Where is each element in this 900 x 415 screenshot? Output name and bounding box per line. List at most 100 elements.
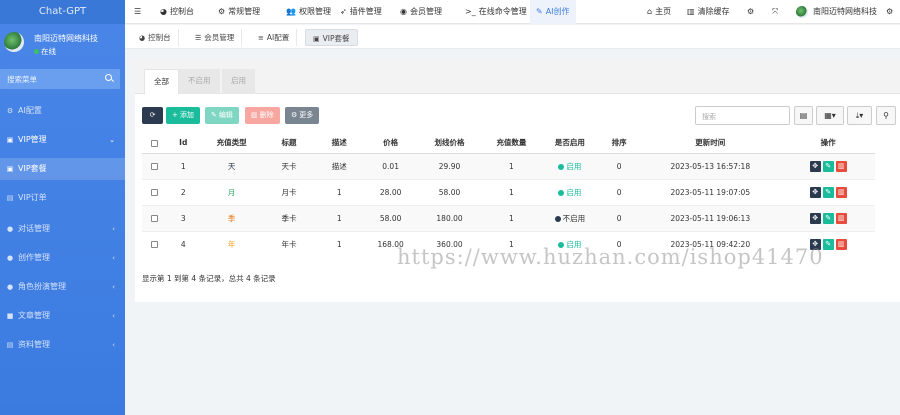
sidebar-item-creation-manage[interactable]: ● 创作管理 ‹ xyxy=(0,247,125,269)
topnav-label: 常规管理 xyxy=(228,7,261,16)
edit-icon[interactable]: ✎ xyxy=(822,160,834,172)
columns-button[interactable]: ▦▾ xyxy=(816,106,844,125)
sidebar-item-chat-manage[interactable]: ● 对话管理 ‹ xyxy=(0,218,125,240)
row-checkbox[interactable] xyxy=(142,230,168,257)
edit-button[interactable]: ✎ 编辑 xyxy=(205,107,239,124)
edit-icon[interactable]: ✎ xyxy=(822,238,834,250)
vip-package-table: Id 充值类型 标题 描述 价格 划线价格 充值数量 是否启用 排序 更新时间 … xyxy=(142,133,875,257)
col-price[interactable]: 价格 xyxy=(364,133,417,154)
col-desc[interactable]: 描述 xyxy=(314,133,365,154)
search-icon: ⚲ xyxy=(883,111,889,120)
topnav-ai-creation[interactable]: ✎ AI创作 xyxy=(530,0,576,24)
table-row[interactable]: 2 月月卡 1 28.00 58.00 1 启用 0 2023-05-11 19:07:05 ✥ ✎… xyxy=(142,178,875,205)
col-type[interactable]: 充值类型 xyxy=(199,133,264,154)
chat-icon: ● xyxy=(6,283,14,291)
fullscreen-icon[interactable]: ⤧ xyxy=(772,0,778,24)
col-updated[interactable]: 更新时间 xyxy=(639,133,782,154)
topnav-label: 权限管理 xyxy=(298,7,331,16)
tab-ai-config[interactable]: ≡ AI配置 xyxy=(251,29,298,46)
sidebar-item-vip-package[interactable]: ▣ VIP套餐 xyxy=(0,158,125,180)
col-status[interactable]: 是否启用 xyxy=(540,133,600,154)
settings-icon[interactable]: ⚙ xyxy=(886,0,893,24)
terminal-icon: >_ xyxy=(465,7,476,16)
refresh-button[interactable]: ⟳ xyxy=(142,107,163,124)
edit-icon[interactable]: ✎ xyxy=(822,186,834,198)
topnav-member[interactable]: ◉ 会员管理 xyxy=(400,0,442,24)
col-sort[interactable]: 排序 xyxy=(599,133,640,154)
drag-icon[interactable]: ✥ xyxy=(809,160,821,172)
topnav-command[interactable]: >_ 在线命令管理 xyxy=(465,0,527,24)
col-id[interactable]: Id xyxy=(167,133,200,154)
topnav-label: 主页 xyxy=(655,7,672,16)
delete-icon[interactable]: ▥ xyxy=(835,186,847,198)
edit-icon[interactable]: ✎ xyxy=(822,212,834,224)
delete-icon[interactable]: ▥ xyxy=(835,212,847,224)
topnav-general[interactable]: ⚙ 常规管理 xyxy=(218,0,260,24)
sidebar-item-material-manage[interactable]: ▤ 资料管理 ‹ xyxy=(0,334,125,356)
topnav-dashboard[interactable]: ◕ 控制台 xyxy=(160,0,194,24)
cell-orig-price: 29.90 xyxy=(416,152,483,179)
topnav-home[interactable]: ⌂ 主页 xyxy=(647,0,671,24)
sidebar-search-input[interactable]: 搜索菜单 xyxy=(0,69,120,89)
export-button[interactable]: ⤓▾ xyxy=(847,106,872,125)
col-qty[interactable]: 充值数量 xyxy=(482,133,541,154)
app-logo[interactable]: Chat-GPT xyxy=(0,0,125,24)
filter-tab-enabled[interactable]: 启用 xyxy=(222,69,255,94)
row-checkbox[interactable] xyxy=(142,204,168,231)
cell-status[interactable]: 启用 xyxy=(540,152,600,179)
row-checkbox[interactable] xyxy=(142,152,168,179)
delete-icon[interactable]: ▥ xyxy=(835,160,847,172)
topnav-label: 清除缓存 xyxy=(697,7,730,16)
tab-label: 会员管理 xyxy=(204,33,235,42)
tab-dashboard[interactable]: ◕ 控制台 xyxy=(132,29,179,46)
cell-status[interactable]: 启用 xyxy=(540,178,600,205)
sidebar-item-roleplay-manage[interactable]: ● 角色扮演管理 ‹ xyxy=(0,276,125,298)
cell-orig-price: 58.00 xyxy=(416,178,483,205)
add-button[interactable]: + 添加 xyxy=(166,107,200,124)
filter-tab-disabled[interactable]: 不启用 xyxy=(179,69,220,94)
delete-button[interactable]: ▥ 删除 xyxy=(245,107,280,124)
drag-icon[interactable]: ✥ xyxy=(809,186,821,198)
col-title[interactable]: 标题 xyxy=(263,133,315,154)
delete-icon[interactable]: ▥ xyxy=(835,238,847,250)
topnav-user[interactable]: 南阳迈特网络科技 xyxy=(796,0,877,24)
edit-button-label: 编辑 xyxy=(218,111,233,119)
cell-status[interactable]: 不启用 xyxy=(540,204,600,231)
status-badge: 启用 xyxy=(566,161,582,171)
more-button[interactable]: ⚙ 更多 xyxy=(285,107,320,124)
rocket-icon: ➶ xyxy=(340,7,347,16)
topnav-label: 插件管理 xyxy=(349,7,382,16)
select-all-checkbox[interactable] xyxy=(142,133,168,154)
topnav-permission[interactable]: 👥 权限管理 xyxy=(286,0,331,24)
filter-tab-all[interactable]: 全部 xyxy=(144,69,179,94)
table-row[interactable]: 1 天天卡 描述 0.01 29.90 1 启用 0 2023-05-13 16:57:18 ✥ ✎… xyxy=(142,152,875,179)
topnav-clear-cache[interactable]: ▥ 清除缓存 xyxy=(687,0,730,24)
tab-member[interactable]: ☰ 会员管理 xyxy=(188,29,243,46)
gear-icon: ⚙ xyxy=(6,107,14,115)
cell-title: 年卡 xyxy=(263,230,315,257)
file-icon: ▤ xyxy=(6,194,14,202)
drag-icon[interactable]: ✥ xyxy=(809,212,821,224)
delete-button-label: 删除 xyxy=(259,111,274,119)
table-row[interactable]: 3 季季卡 1 58.00 180.00 1 不启用 0 2023-05-11 19:06:13… xyxy=(142,204,875,231)
sidebar-item-label: 资料管理 xyxy=(18,340,50,349)
pagination-info: 显示第 1 到第 4 条记录，总共 4 条记录 xyxy=(142,274,276,283)
col-orig-price[interactable]: 划线价格 xyxy=(416,133,483,154)
tab-vip-package[interactable]: ▣ VIP套餐 xyxy=(305,29,358,46)
toggle-view-button[interactable]: ▤ xyxy=(794,106,813,125)
sidebar-item-label: 对话管理 xyxy=(18,224,50,233)
row-checkbox[interactable] xyxy=(142,178,168,205)
topnav-plugin[interactable]: ➶ 插件管理 xyxy=(340,0,382,24)
avatar xyxy=(4,32,24,52)
theme-icon[interactable]: ⚙ xyxy=(747,0,754,24)
tab-label: VIP套餐 xyxy=(322,34,350,43)
menu-toggle-icon[interactable]: ☰ xyxy=(134,0,141,24)
sidebar-item-vip-manage[interactable]: ▣ VIP管理 ⌄ xyxy=(0,129,125,151)
sidebar-item-ai-config[interactable]: ⚙ AI配置 xyxy=(0,100,125,122)
chat-icon: ● xyxy=(6,254,14,262)
table-search-input[interactable]: 搜索 xyxy=(695,106,790,125)
sidebar-item-article-manage[interactable]: ■ 文章管理 ‹ xyxy=(0,305,125,327)
sidebar-item-vip-order[interactable]: ▤ VIP订单 xyxy=(0,187,125,209)
search-toggle-button[interactable]: ⚲ xyxy=(876,106,896,125)
search-icon[interactable] xyxy=(105,74,112,81)
